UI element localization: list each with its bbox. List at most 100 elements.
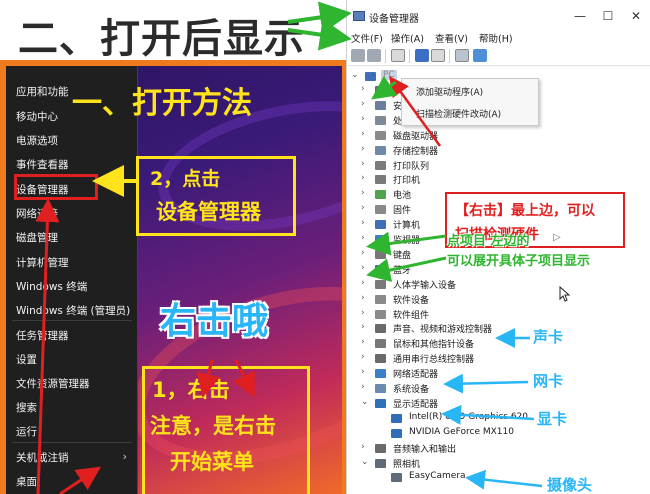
chevron-right-icon[interactable]: › [361, 308, 365, 318]
menu-item-disk[interactable]: 磁盘管理 [16, 230, 58, 245]
menu-item-mobility[interactable]: 移动中心 [16, 109, 58, 124]
chevron-right-icon[interactable]: › [361, 367, 365, 377]
display-icon [391, 413, 402, 423]
chevron-right-icon[interactable]: › [361, 218, 365, 228]
menu-item-settings[interactable]: 设置 [16, 352, 37, 367]
tree-category[interactable]: › 打印队列 [347, 159, 647, 173]
close-button[interactable]: ✕ [623, 6, 649, 26]
menu-item-power[interactable]: 电源选项 [16, 133, 58, 148]
keyboard-icon [375, 249, 386, 259]
scan-hardware-icon[interactable] [455, 49, 469, 62]
chevron-right-icon[interactable]: › [361, 114, 365, 124]
tree-child-item[interactable]: NVIDIA GeForce MX110 [347, 427, 647, 441]
tree-category[interactable]: › 系统设备 [347, 382, 647, 396]
tree-item-label: 监视器 [393, 236, 421, 246]
tree-category[interactable]: › 打印机 [347, 173, 647, 187]
tree-item-label: 打印队列 [393, 161, 430, 172]
toolbar-separator [409, 49, 410, 63]
chevron-right-icon[interactable]: › [361, 84, 365, 94]
chevron-right-icon[interactable]: › [361, 233, 365, 243]
chevron-right-icon[interactable]: › [361, 129, 365, 139]
tree-item-label: 软件组件 [393, 310, 430, 321]
tree-category[interactable]: › 声音、视频和游戏控制器 [347, 322, 647, 336]
tree-item-label: 照相机 [393, 459, 421, 470]
tree-item-label: 网络适配器 [393, 370, 439, 381]
minimize-button[interactable]: — [567, 6, 593, 26]
chevron-right-icon[interactable]: › [361, 337, 365, 347]
menu-item-search[interactable]: 搜索 [16, 400, 37, 415]
context-scan-hardware[interactable]: 扫描检测硬件改动(A) [416, 107, 501, 120]
context-add-driver[interactable]: 添加驱动程序(A) [416, 85, 483, 98]
chevron-right-icon[interactable]: › [361, 278, 365, 288]
chevron-right-icon[interactable]: › [361, 352, 365, 362]
tree-category[interactable]: › 软件组件 [347, 308, 647, 322]
disk-icon [375, 130, 386, 140]
sound-card-label: 声卡 [533, 328, 564, 346]
tree-category[interactable]: › 人体学输入设备 [347, 278, 647, 292]
menu-item-shutdown[interactable]: 关机或注销 [16, 450, 69, 465]
chevron-right-icon[interactable]: › [361, 248, 365, 258]
menu-action[interactable]: 操作(A) [391, 31, 424, 45]
toolbar-separator [385, 49, 386, 63]
chevron-right-icon[interactable]: › [361, 442, 365, 452]
device-manager-window: 设备管理器 — ☐ ✕ 文件(F) 操作(A) 查看(V) 帮助(H) ⌄ PC… [346, 0, 650, 494]
chevron-right-icon[interactable]: › [361, 173, 365, 183]
tree-category[interactable]: › 软件设备 [347, 293, 647, 307]
tree-category[interactable]: › 磁盘驱动器 [347, 129, 647, 143]
menu-item-event-viewer[interactable]: 事件查看器 [16, 157, 69, 172]
menu-item-explorer[interactable]: 文件资源管理器 [16, 376, 90, 391]
menu-item-terminal-admin[interactable]: Windows 终端 (管理员) [16, 303, 130, 318]
menu-item-apps[interactable]: 应用和功能 [16, 84, 69, 99]
device-tree: ⌄ PC ››安全设备›处理器›磁盘驱动器›存储控制器›打印队列›打印机›电池›… [347, 66, 650, 494]
chevron-down-icon[interactable]: ⌄ [361, 397, 369, 407]
maximize-button[interactable]: ☐ [595, 6, 621, 26]
monitor-icon[interactable] [473, 49, 487, 62]
page-heading: 二、打开后显示 [18, 16, 305, 62]
menu-item-desktop[interactable]: 桌面 [16, 474, 37, 489]
chevron-right-icon[interactable]: › [361, 188, 365, 198]
menu-item-computer-mgmt[interactable]: 计算机管理 [16, 255, 69, 270]
tree-category[interactable]: › 通用串行总线控制器 [347, 352, 647, 366]
tree-child-item[interactable]: EasyCamera [347, 471, 647, 485]
chevron-right-icon: ▷ [553, 232, 561, 243]
menu-item-task-manager[interactable]: 任务管理器 [16, 328, 69, 343]
tree-category[interactable]: › 鼠标和其他指针设备 [347, 337, 647, 351]
title-bar[interactable]: 设备管理器 — ☐ ✕ [347, 0, 650, 30]
tree-category[interactable]: ⌄ 照相机 [347, 457, 647, 471]
menu-item-network[interactable]: 网络连接 [16, 206, 58, 221]
screenshot-stage: 二、打开后显示 应用和功能 移动中心 电源选项 事件查看器 设备管理器 网络连接… [0, 0, 650, 494]
chevron-right-icon[interactable]: › [361, 159, 365, 169]
tree-item-label: NVIDIA GeForce MX110 [409, 426, 514, 437]
chevron-right-icon[interactable]: › [361, 99, 365, 109]
menu-file[interactable]: 文件(F) [351, 31, 383, 45]
back-arrow-icon[interactable] [351, 49, 365, 62]
menu-item-run[interactable]: 运行 [16, 424, 37, 439]
chevron-right-icon[interactable]: › [361, 322, 365, 332]
tree-item-label: 软件设备 [393, 295, 430, 306]
chevron-right-icon[interactable]: › [361, 203, 365, 213]
help-icon[interactable] [415, 49, 429, 62]
tree-category[interactable]: › 存储控制器 [347, 144, 647, 158]
printer-icon [375, 175, 386, 185]
left-panel-frame: 应用和功能 移动中心 电源选项 事件查看器 设备管理器 网络连接 磁盘管理 计算… [0, 60, 348, 494]
tree-child-item[interactable]: Intel(R) UHD Graphics 620 [347, 412, 647, 426]
chevron-right-icon[interactable]: › [361, 263, 365, 273]
chevron-right-icon[interactable]: › [361, 382, 365, 392]
update-driver-icon[interactable] [431, 49, 445, 62]
menu-help[interactable]: 帮助(H) [479, 31, 513, 45]
chevron-down-icon[interactable]: ⌄ [361, 457, 369, 467]
audio-icon [375, 443, 386, 453]
chevron-right-icon[interactable]: › [361, 293, 365, 303]
security-icon [375, 100, 386, 110]
properties-icon[interactable] [391, 49, 405, 62]
tree-category[interactable]: ⌄ 显示适配器 [347, 397, 647, 411]
menu-item-terminal[interactable]: Windows 终端 [16, 279, 87, 294]
forward-arrow-icon[interactable] [367, 49, 381, 62]
tree-category[interactable]: › 音频输入和输出 [347, 442, 647, 456]
chevron-right-icon[interactable]: › [361, 144, 365, 154]
menu-view[interactable]: 查看(V) [435, 31, 468, 45]
display-card-label: 显卡 [537, 410, 568, 428]
device-manager-icon [353, 11, 365, 21]
computer-icon [365, 72, 376, 81]
tree-category[interactable]: › 网络适配器 [347, 367, 647, 381]
